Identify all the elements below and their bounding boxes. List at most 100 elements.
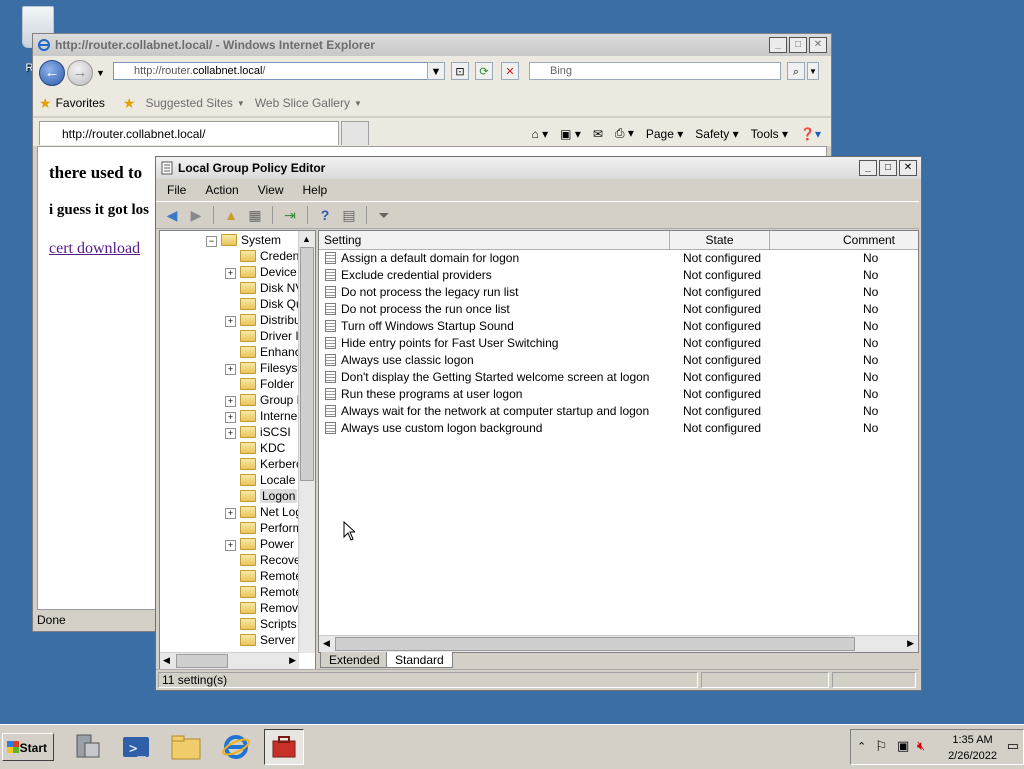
home-icon[interactable]: ⌂ ▾ [532,127,549,141]
tools-menu[interactable]: Tools ▾ [751,127,788,141]
scroll-left-icon[interactable]: ◀ [163,655,170,666]
tree-item-system[interactable]: System [221,232,281,248]
suggested-sites-dropdown-icon[interactable]: ▼ [237,99,245,108]
list-horizontal-scrollbar[interactable]: ◀ ▶ [319,635,918,652]
scroll-up-icon[interactable]: ▲ [302,234,311,244]
web-slice-gallery-link[interactable]: Web Slice Gallery [255,96,350,110]
tree-vertical-scrollbar[interactable]: ▲ [298,231,315,653]
filter-icon[interactable]: ⏷ [374,205,394,225]
table-row[interactable]: Always use classic logon Not configured No [319,352,918,369]
tree-item[interactable]: Enhanc [240,344,301,360]
help-icon[interactable]: ? [315,205,335,225]
forward-arrow-icon[interactable]: ▶ [186,205,206,225]
table-row[interactable]: Do not process the legacy run list Not co… [319,284,918,301]
refresh-icon[interactable]: ⟳ [475,62,493,80]
menu-file[interactable]: File [156,183,194,197]
tree-item[interactable]: Remova [240,600,305,616]
web-slice-dropdown-icon[interactable]: ▼ [354,99,362,108]
tree-item[interactable]: Distribu [240,312,301,328]
export-list-icon[interactable]: ⇥ [280,205,300,225]
server-manager-icon[interactable] [66,729,106,765]
cert-download-link[interactable]: cert download [49,240,140,258]
explorer-folder-icon[interactable] [166,729,206,765]
back-arrow-icon[interactable]: ◀ [162,205,182,225]
tree-item[interactable]: Group P [240,392,305,408]
maximize-button[interactable]: □ [879,160,897,176]
column-comment[interactable]: Comment [770,231,918,249]
action-center-flag-icon[interactable]: ⚐ [875,738,888,755]
table-row[interactable]: Don't display the Getting Started welcom… [319,369,918,386]
page-menu[interactable]: Page ▾ [646,127,683,141]
table-row[interactable]: Always wait for the network at computer … [319,403,918,420]
table-row[interactable]: Exclude credential providers Not configur… [319,267,918,284]
volume-muted-icon[interactable]: 🔇︎ [917,738,925,754]
table-row[interactable]: Turn off Windows Startup Sound Not config… [319,318,918,335]
print-icon[interactable]: ⎙ ▾ [615,126,634,141]
scroll-left-icon[interactable]: ◀ [323,638,330,649]
gpo-taskbar-icon[interactable] [264,729,304,765]
read-mail-icon[interactable]: ✉ [593,127,603,141]
help-icon[interactable]: ❓▾ [800,127,821,141]
clock[interactable]: 1:35 AM 2/26/2022 [948,732,997,764]
safety-menu[interactable]: Safety ▾ [695,127,738,141]
scroll-right-icon[interactable]: ▶ [907,638,914,649]
menu-action[interactable]: Action [194,183,246,197]
tree-item[interactable]: iSCSI [240,424,291,440]
network-icon[interactable]: ▣ [897,738,909,754]
table-row[interactable]: Do not process the run once list Not conf… [319,301,918,318]
minimize-button[interactable]: _ [859,160,877,176]
tree-item[interactable]: Kerberc [240,456,302,472]
tree-pane[interactable]: − System Creden + Device I Disk NV Disk Qu + D… [159,230,316,670]
tree-item[interactable]: Disk Qu [240,296,303,312]
table-row[interactable]: Assign a default domain for logon Not con… [319,250,918,267]
expand-icon[interactable]: + [225,508,236,519]
search-options-dropdown[interactable]: ▼ [807,62,819,80]
tree-item[interactable]: Server I [240,632,302,648]
collapse-icon[interactable]: − [206,236,217,247]
tree-item[interactable]: Locale S [240,472,307,488]
internet-explorer-icon[interactable] [216,729,256,765]
forward-button[interactable]: → [67,60,93,86]
up-folder-icon[interactable]: ▲ [221,205,241,225]
new-tab-button[interactable] [341,121,369,145]
back-button[interactable]: ← [39,60,65,86]
maximize-button[interactable]: □ [789,37,807,53]
tab-current[interactable]: http://router.collabnet.local/ [39,121,339,145]
expand-icon[interactable]: + [225,364,236,375]
tab-standard[interactable]: Standard [386,652,453,668]
expand-icon[interactable]: + [225,412,236,423]
column-state[interactable]: State [670,231,770,249]
tree-item[interactable]: Net Log [240,504,302,520]
tree-item[interactable]: Disk NV [240,280,303,296]
tree-item[interactable]: Logon [240,488,298,504]
tree-item[interactable]: Perform [240,520,303,536]
scroll-right-icon[interactable]: ▶ [289,655,296,666]
scroll-thumb[interactable] [300,247,314,481]
table-row[interactable]: Run these programs at user logon Not conf… [319,386,918,403]
search-input[interactable]: Bing [529,62,781,80]
expand-icon[interactable]: + [225,396,236,407]
add-favorites-icon[interactable]: ★ [123,95,136,112]
column-setting[interactable]: Setting [319,231,670,249]
start-button[interactable]: Start [2,733,54,761]
show-hide-tree-icon[interactable]: ▦ [245,205,265,225]
close-button[interactable]: ✕ [809,37,827,53]
tree-item[interactable]: Scripts [240,616,297,632]
show-hidden-icons-icon[interactable]: ⌃ [857,740,866,753]
address-bar[interactable]: http://router. collabnet.local / [113,62,439,80]
settings-list[interactable]: Setting State Comment Assign a default d… [318,230,919,653]
ie-titlebar[interactable]: http://router.collabnet.local/ - Windows… [33,34,831,56]
minimize-button[interactable]: _ [769,37,787,53]
menu-help[interactable]: Help [292,183,336,197]
tab-extended[interactable]: Extended [320,652,389,668]
search-icon[interactable]: ⌕ [787,62,805,80]
tree-item[interactable]: Remote [240,568,302,584]
feeds-icon[interactable]: ▣ ▾ [560,127,581,141]
menu-view[interactable]: View [247,183,292,197]
tree-item[interactable]: Driver I [240,328,299,344]
gpo-titlebar[interactable]: Local Group Policy Editor _ □ ✕ [156,157,921,179]
tree-item[interactable]: Interne [240,408,297,424]
favorites-button[interactable]: Favorites [56,96,105,110]
show-desktop-icon[interactable]: ▭ [1007,738,1019,754]
scroll-thumb[interactable] [176,654,228,668]
